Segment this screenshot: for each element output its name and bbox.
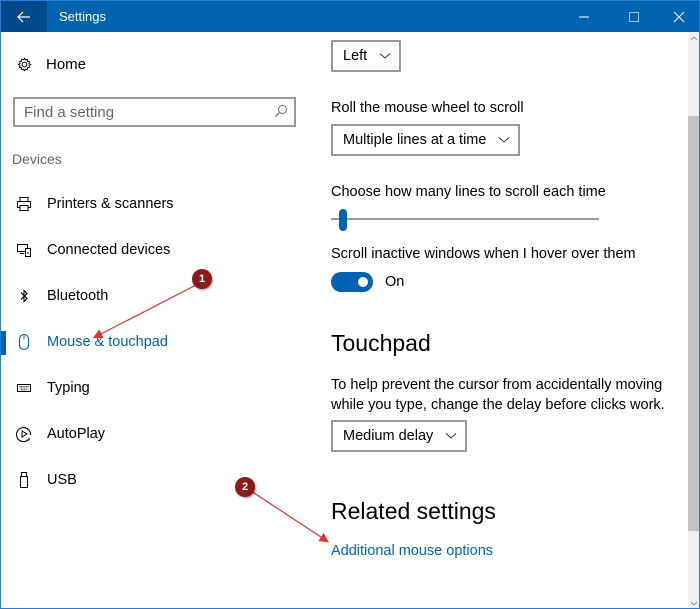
close-button[interactable] <box>656 1 699 32</box>
mouse-icon <box>1 333 47 351</box>
touchpad-description-line1: To help prevent the cursor from accident… <box>331 377 663 393</box>
lines-slider-label: Choose how many lines to scroll each tim… <box>331 184 606 200</box>
primary-button-dropdown[interactable]: Left <box>331 40 402 72</box>
sidebar-item-autoplay[interactable]: AutoPlay <box>1 414 311 454</box>
bluetooth-icon <box>1 288 47 304</box>
maximize-button[interactable] <box>611 1 657 32</box>
sidebar-item-label: Mouse & touchpad <box>47 334 168 350</box>
sidebar-home[interactable]: Home <box>17 56 86 73</box>
toggle-knob <box>358 277 368 287</box>
search-icon[interactable] <box>274 104 288 118</box>
sidebar-item-label: Bluetooth <box>47 288 109 304</box>
inactive-scroll-label: Scroll inactive windows when I hover ove… <box>331 246 636 262</box>
touchpad-heading: Touchpad <box>331 330 431 356</box>
scroll-down-button[interactable] <box>688 597 699 608</box>
autoplay-icon <box>1 425 47 443</box>
keyboard-icon <box>1 382 47 394</box>
scroll-thumb[interactable] <box>688 115 699 531</box>
sidebar-item-label: AutoPlay <box>47 426 106 442</box>
related-settings-heading: Related settings <box>331 498 496 524</box>
window-title: Settings <box>59 9 106 24</box>
minimize-icon <box>579 16 589 17</box>
sidebar-item-connected-devices[interactable]: Connected devices <box>1 230 311 270</box>
additional-mouse-options-link[interactable]: Additional mouse options <box>331 543 493 559</box>
back-button[interactable] <box>1 1 47 32</box>
sidebar-item-usb[interactable]: USB <box>1 460 311 500</box>
settings-window: Settings Home Devices <box>0 0 700 609</box>
inactive-scroll-toggle[interactable] <box>331 272 373 292</box>
toggle-state-label: On <box>385 274 405 290</box>
back-arrow-icon <box>17 11 30 22</box>
sidebar-item-label: Connected devices <box>47 242 171 258</box>
sidebar-item-label: USB <box>47 472 77 488</box>
lines-slider-track[interactable] <box>331 218 599 220</box>
sidebar-item-bluetooth[interactable]: Bluetooth <box>1 276 311 316</box>
lines-slider-thumb[interactable] <box>339 209 348 231</box>
touchpad-delay-dropdown[interactable]: Medium delay <box>331 420 468 452</box>
sidebar-item-typing[interactable]: Typing <box>1 368 311 408</box>
sidebar-item-printers-scanners[interactable]: Printers & scanners <box>1 184 311 224</box>
vertical-scrollbar[interactable] <box>688 32 699 608</box>
minimize-button[interactable] <box>561 1 607 32</box>
sidebar: Home Devices Printers & scanners Connect… <box>1 32 311 608</box>
printer-icon <box>1 196 47 212</box>
chevron-down-icon <box>379 53 391 59</box>
touchpad-description-line2: while you type, change the delay before … <box>331 397 665 413</box>
scroll-mode-dropdown[interactable]: Multiple lines at a time <box>331 124 521 156</box>
dropdown-value: Left <box>343 48 368 64</box>
section-label-devices: Devices <box>12 151 62 167</box>
sidebar-item-label: Printers & scanners <box>47 196 174 212</box>
scroll-mode-label: Roll the mouse wheel to scroll <box>331 100 524 116</box>
close-icon <box>673 11 685 22</box>
connected-devices-icon <box>1 242 47 258</box>
title-bar: Settings <box>1 1 699 32</box>
sidebar-item-label: Typing <box>47 380 90 396</box>
chevron-up-icon <box>690 35 698 40</box>
scroll-up-button[interactable] <box>688 32 699 44</box>
search-box[interactable] <box>13 97 296 127</box>
sidebar-item-mouse-touchpad[interactable]: Mouse & touchpad <box>1 322 311 362</box>
gear-icon <box>17 57 32 72</box>
dropdown-value: Multiple lines at a time <box>343 132 487 148</box>
home-label: Home <box>46 56 87 73</box>
usb-icon <box>1 471 47 489</box>
chevron-down-icon <box>445 433 457 439</box>
content-pane: Left Roll the mouse wheel to scroll Mult… <box>311 32 671 608</box>
dropdown-value: Medium delay <box>343 428 434 444</box>
maximize-icon <box>629 11 639 22</box>
search-input[interactable] <box>15 99 255 125</box>
chevron-down-icon <box>499 137 510 143</box>
chevron-down-icon <box>690 601 698 606</box>
